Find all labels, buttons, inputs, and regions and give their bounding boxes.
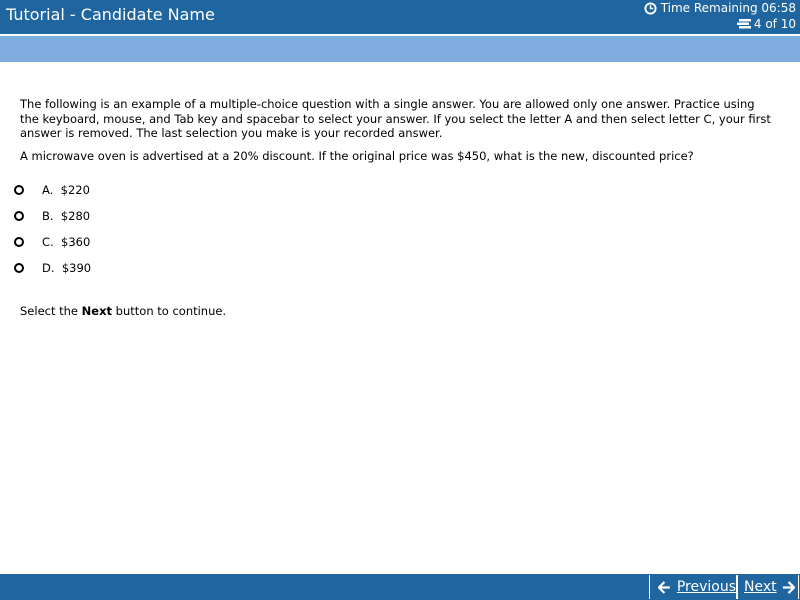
time-remaining-text: Time Remaining 06:58 xyxy=(660,1,796,15)
question-content: The following is an example of a multipl… xyxy=(20,97,776,163)
radio-button-d[interactable] xyxy=(14,263,24,273)
next-emphasis: Next xyxy=(81,304,113,318)
time-remaining: Time Remaining 06:58 xyxy=(644,1,796,15)
radio-button-b[interactable] xyxy=(14,211,24,221)
item-counter-text: 4 of 10 xyxy=(753,17,796,31)
page-title: Tutorial - Candidate Name xyxy=(6,5,215,24)
radio-button-a[interactable] xyxy=(14,185,24,195)
option-a-label: A. $220 xyxy=(42,183,90,197)
option-c-label: C. $360 xyxy=(42,235,91,249)
previous-label: Previous xyxy=(676,579,736,595)
option-d-label: D. $390 xyxy=(42,261,92,275)
instructions-text: The following is an example of a multipl… xyxy=(20,97,771,140)
continue-instruction: Select the Next button to continue. xyxy=(20,304,227,318)
previous-button[interactable]: Previous xyxy=(649,575,737,599)
option-b-label: B. $280 xyxy=(42,209,91,223)
clock-icon xyxy=(644,1,657,15)
sub-toolbar xyxy=(0,36,800,62)
items-icon xyxy=(736,19,751,29)
arrow-left-icon xyxy=(658,580,670,594)
footer-bar: Previous Next xyxy=(0,574,800,600)
next-button[interactable]: Next xyxy=(737,575,799,599)
item-counter: 4 of 10 xyxy=(736,17,796,31)
radio-button-c[interactable] xyxy=(14,237,24,247)
arrow-right-icon xyxy=(782,580,795,594)
header-bar: Tutorial - Candidate Name Time Remaining… xyxy=(0,0,800,34)
question-text: A microwave oven is advertised at a 20% … xyxy=(20,148,694,163)
next-label: Next xyxy=(744,579,777,595)
